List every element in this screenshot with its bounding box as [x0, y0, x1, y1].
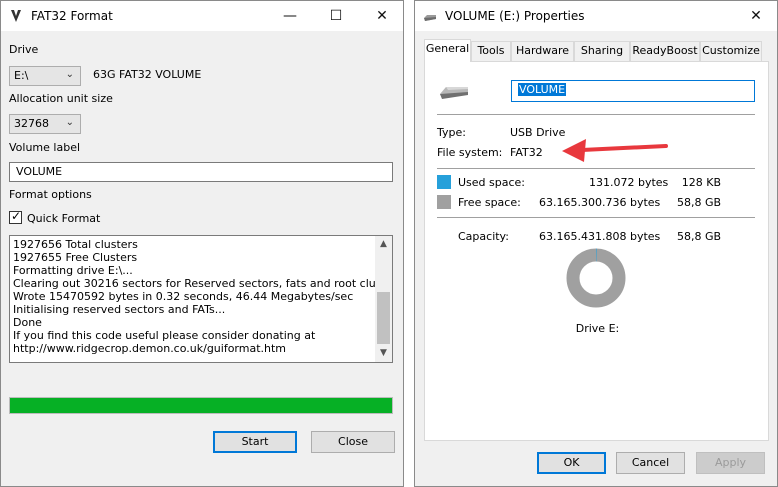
free-space-swatch: [437, 195, 451, 209]
file-system-label: File system:: [437, 146, 503, 159]
log-line: Wrote 15470592 bytes in 0.32 seconds, 46…: [13, 290, 354, 303]
divider: [437, 168, 755, 169]
log-line: 1927655 Free Clusters: [13, 251, 138, 264]
tab-sharing[interactable]: Sharing: [574, 41, 630, 61]
properties-window: VOLUME (E:) Properties ✕ General Tools H…: [414, 0, 778, 487]
volume-name-input[interactable]: VOLUME: [511, 80, 755, 102]
close-icon[interactable]: ✕: [733, 1, 778, 31]
drive-description: 63G FAT32 VOLUME: [93, 68, 202, 81]
tab-tools[interactable]: Tools: [471, 41, 511, 61]
allocation-unit-select[interactable]: 32768 ⌄: [9, 114, 81, 134]
capacity-bytes: 63.165.431.808 bytes: [539, 230, 661, 243]
free-space-human: 58,8 GB: [677, 196, 722, 209]
log-line: 1927656 Total clusters: [13, 238, 138, 251]
drive-caption: Drive E:: [575, 322, 620, 335]
used-space-label: Used space:: [458, 176, 526, 189]
drive-icon: [424, 15, 436, 21]
capacity-human: 58,8 GB: [677, 230, 722, 243]
close-button[interactable]: Close: [311, 431, 395, 453]
log-line: Initialising reserved sectors and FATs..…: [13, 303, 226, 316]
type-value: USB Drive: [510, 126, 566, 139]
log-line: http://www.ridgecrop.demon.co.uk/guiform…: [13, 342, 287, 355]
check-icon: ✓: [11, 209, 22, 223]
volume-name-value: VOLUME: [518, 83, 567, 96]
allocation-unit-value: 32768: [14, 117, 49, 130]
chevron-down-icon: ⌄: [65, 69, 74, 80]
log-line: Done: [13, 316, 42, 329]
free-space-bytes: 63.165.300.736 bytes: [539, 196, 661, 209]
scroll-thumb[interactable]: [377, 292, 390, 344]
tab-hardware[interactable]: Hardware: [511, 41, 574, 61]
free-space-label: Free space:: [458, 196, 521, 209]
quick-format-checkbox[interactable]: ✓: [9, 209, 22, 224]
disk-usage-donut: [566, 248, 626, 308]
log-scrollbar[interactable]: ▲ ▼: [375, 236, 392, 362]
scroll-up-icon[interactable]: ▲: [375, 236, 392, 253]
properties-titlebar[interactable]: VOLUME (E:) Properties ✕: [415, 1, 777, 31]
progress-fill: [10, 398, 392, 413]
allocation-unit-label: Allocation unit size: [9, 92, 113, 105]
capacity-label: Capacity:: [458, 230, 509, 243]
type-label: Type:: [437, 126, 466, 139]
divider: [437, 114, 755, 115]
chevron-down-icon: ⌄: [65, 117, 74, 128]
drive-select-value: E:\: [14, 69, 29, 82]
log-line: Formatting drive E:\...: [13, 264, 133, 277]
format-options-label: Format options: [9, 188, 92, 201]
volume-label-label: Volume label: [9, 141, 81, 154]
format-log[interactable]: 1927656 Total clusters 1927655 Free Clust…: [9, 235, 393, 363]
maximize-icon[interactable]: ☐: [313, 1, 359, 31]
drive-select[interactable]: E:\ ⌄: [9, 66, 81, 86]
start-button[interactable]: Start: [213, 431, 297, 453]
format-progress-bar: [9, 397, 393, 414]
window-title: FAT32 Format: [31, 9, 113, 23]
tab-customize[interactable]: Customize: [700, 41, 762, 61]
fat32-titlebar[interactable]: FAT32 Format — ☐ ✕: [1, 1, 403, 31]
donut-free-ring: [566, 248, 626, 308]
window-title: VOLUME (E:) Properties: [445, 9, 585, 23]
apply-button[interactable]: Apply: [696, 452, 765, 474]
drive-label: Drive: [9, 43, 39, 56]
close-icon[interactable]: ✕: [359, 1, 405, 31]
app-icon: [11, 10, 21, 22]
general-panel: VOLUME Type: USB Drive File system: FAT3…: [424, 61, 769, 441]
log-lines: 1927656 Total clusters 1927655 Free Clust…: [13, 238, 393, 355]
cancel-button[interactable]: Cancel: [616, 452, 685, 474]
red-arrow-annotation: [562, 139, 668, 162]
used-space-human: 128 KB: [681, 176, 721, 189]
scroll-down-icon[interactable]: ▼: [375, 345, 392, 362]
minimize-icon[interactable]: —: [267, 1, 313, 31]
used-space-bytes: 131.072 bytes: [589, 176, 669, 189]
tab-readyboost[interactable]: ReadyBoost: [630, 41, 700, 61]
divider: [437, 217, 755, 218]
volume-label-input[interactable]: VOLUME: [9, 162, 393, 182]
tab-general[interactable]: General: [424, 39, 471, 62]
quick-format-label[interactable]: Quick Format: [27, 212, 100, 225]
log-line: Clearing out 30216 sectors for Reserved …: [13, 277, 393, 290]
ok-button[interactable]: OK: [537, 452, 606, 474]
fat32-format-window: FAT32 Format — ☐ ✕ Drive E:\ ⌄ 63G FAT32…: [0, 0, 404, 487]
file-system-value: FAT32: [510, 146, 543, 159]
used-space-swatch: [437, 175, 451, 189]
usb-drive-icon: [440, 87, 468, 99]
log-line: If you find this code useful please cons…: [13, 329, 316, 342]
